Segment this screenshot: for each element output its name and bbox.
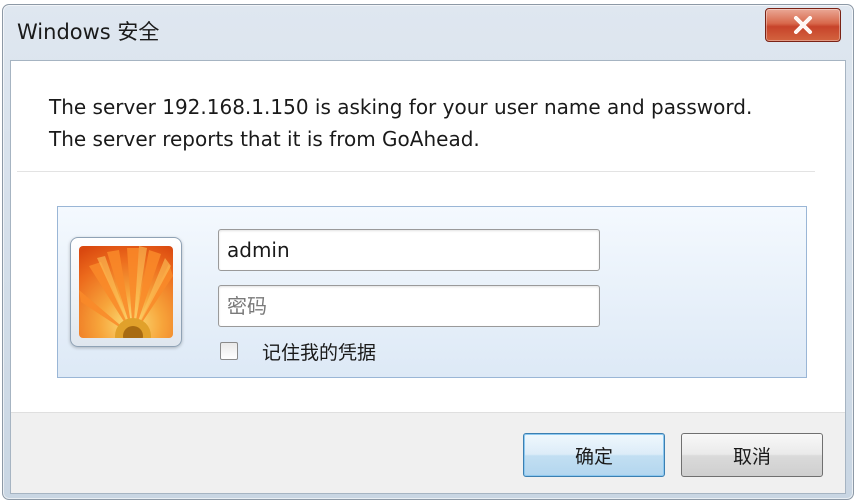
remember-checkbox[interactable] [220, 342, 238, 360]
user-avatar [70, 237, 182, 347]
divider [17, 171, 815, 172]
security-dialog: Windows 安全 The server 192.168.1.150 is a… [2, 4, 854, 500]
cancel-button[interactable]: 取消 [681, 433, 823, 477]
flower-avatar-image [79, 246, 173, 338]
dialog-body: The server 192.168.1.150 is asking for y… [10, 60, 846, 494]
credential-panel: 记住我的凭据 [57, 206, 807, 378]
title-bar: Windows 安全 [3, 5, 853, 59]
window-title: Windows 安全 [17, 20, 160, 44]
ok-button[interactable]: 确定 [523, 433, 665, 477]
close-icon [794, 16, 812, 34]
password-field[interactable] [218, 285, 600, 327]
close-button[interactable] [765, 8, 841, 42]
username-field[interactable] [218, 229, 600, 271]
auth-message: The server 192.168.1.150 is asking for y… [49, 95, 753, 151]
button-bar: 确定 取消 [11, 412, 845, 493]
remember-label: 记住我的凭据 [262, 341, 377, 364]
remember-credentials[interactable]: 记住我的凭据 [220, 339, 377, 364]
